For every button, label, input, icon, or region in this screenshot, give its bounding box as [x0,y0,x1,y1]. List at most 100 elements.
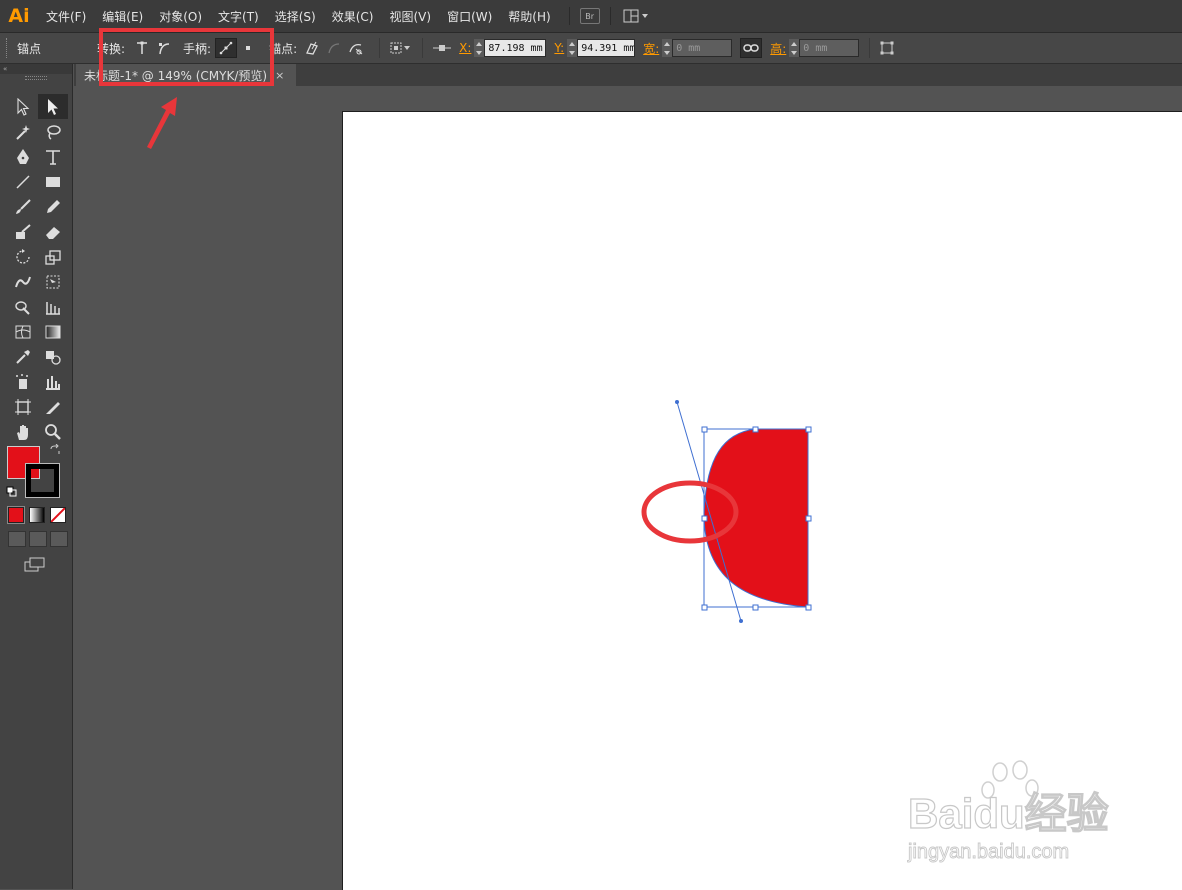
selection-arrow-icon [17,97,30,116]
app-logo: Ai [8,5,30,27]
isolate-icon [390,42,411,54]
free-transform-tool[interactable] [38,269,68,294]
eyedropper-icon [16,349,30,364]
artboard-icon [15,398,31,415]
draw-mode-buttons [8,531,68,547]
menu-file[interactable]: 文件(F) [38,8,94,25]
menu-type[interactable]: 文字(T) [210,8,267,25]
convert-to-corner-button[interactable] [131,38,153,58]
stroke-color-swatch[interactable] [25,463,60,498]
control-bar-grip[interactable] [6,38,11,58]
gradient-tool[interactable] [38,319,68,344]
artboard[interactable] [342,111,1182,890]
direct-selection-tool[interactable] [38,94,68,119]
draw-behind-button[interactable] [29,531,47,547]
none-button[interactable] [50,507,66,523]
menu-edit[interactable]: 编辑(E) [94,8,151,25]
document-tab-title: 未标题-1* @ 149% (CMYK/预览) [84,68,268,83]
menu-window[interactable]: 窗口(W) [439,8,500,25]
lasso-tool[interactable] [38,119,68,144]
y-input[interactable]: 94.391 mm [577,39,636,57]
x-label: X: [459,41,472,55]
y-stepper[interactable] [567,39,578,57]
screen-mode-button[interactable] [24,557,46,576]
show-multiple-handles-button[interactable] [215,38,238,58]
blend-tool[interactable] [38,344,68,369]
document-tab[interactable]: 未标题-1* @ 149% (CMYK/预览) × [76,64,296,86]
symbol-sprayer-tool[interactable] [8,369,38,394]
width-input[interactable]: 0 mm [672,39,733,57]
panel-collapse-button[interactable]: « [0,64,72,74]
type-tool[interactable] [38,144,68,169]
workspace-switcher-button[interactable] [621,6,651,26]
pencil-tool[interactable] [38,194,68,219]
tool-grid [8,94,68,444]
gradient-button[interactable] [29,507,45,523]
convert-label: 转换: [97,41,126,56]
rotate-tool[interactable] [8,244,38,269]
pen-tool[interactable] [8,144,38,169]
transform-button[interactable] [876,38,898,58]
paintbrush-tool[interactable] [8,194,38,219]
mesh-tool[interactable] [8,319,38,344]
direct-selection-arrow-icon [48,98,58,115]
color-button[interactable] [7,506,25,524]
blob-brush-icon [16,223,31,239]
rectangle-icon [46,176,60,187]
link-icon [743,44,759,52]
eyedropper-tool[interactable] [8,344,38,369]
connect-anchors-button[interactable] [323,38,345,58]
menu-select[interactable]: 选择(S) [267,8,324,25]
shape-builder-tool[interactable] [8,294,38,319]
tools-panel: « [0,64,73,889]
x-input[interactable]: 87.198 mm [484,39,547,57]
artboard-tool[interactable] [8,394,38,419]
hand-tool[interactable] [8,419,38,444]
menu-effect[interactable]: 效果(C) [324,8,382,25]
bridge-button[interactable]: Br [579,8,600,24]
panel-grip[interactable] [0,74,72,82]
magic-wand-tool[interactable] [8,119,38,144]
reference-point-button[interactable] [429,38,455,58]
selection-tool[interactable] [8,94,38,119]
perspective-grid-tool[interactable] [38,294,68,319]
height-input[interactable]: 0 mm [799,39,860,57]
column-graph-icon [46,375,60,390]
cut-path-button[interactable] [345,38,367,58]
blend-icon [46,350,61,365]
remove-anchor-button[interactable] [301,38,323,58]
mesh-icon [15,325,31,338]
default-colors-icon[interactable] [6,486,18,501]
transform-icon [880,41,894,55]
hand-icon [17,424,28,440]
isolate-button[interactable] [386,38,416,58]
rectangle-tool[interactable] [38,169,68,194]
draw-inside-button[interactable] [50,531,68,547]
lasso-icon [47,124,61,140]
slice-tool[interactable] [38,394,68,419]
width-stepper[interactable] [662,39,673,57]
height-stepper[interactable] [789,39,800,57]
convert-to-smooth-button[interactable] [153,38,175,58]
anchor-pen-icon [306,41,319,55]
line-segment-tool[interactable] [8,169,38,194]
x-stepper[interactable] [474,39,485,57]
symbol-sprayer-icon [16,373,28,389]
close-tab-icon[interactable]: × [275,69,284,82]
scale-tool[interactable] [38,244,68,269]
menu-view[interactable]: 视图(V) [381,8,439,25]
constrain-proportions-button[interactable] [740,38,763,58]
zoom-tool[interactable] [38,419,68,444]
draw-normal-button[interactable] [8,531,26,547]
gradient-icon [45,325,61,338]
y-label: Y: [554,41,565,55]
hide-multiple-handles-button[interactable] [237,38,259,58]
eraser-tool[interactable] [38,219,68,244]
swap-fill-stroke-icon[interactable] [49,443,61,459]
blob-brush-tool[interactable] [8,219,38,244]
menu-help[interactable]: 帮助(H) [500,8,558,25]
menu-object[interactable]: 对象(O) [151,8,210,25]
column-graph-tool[interactable] [38,369,68,394]
warp-tool[interactable] [8,269,38,294]
menu-bar: Ai 文件(F) 编辑(E) 对象(O) 文字(T) 选择(S) 效果(C) 视… [0,0,1182,33]
